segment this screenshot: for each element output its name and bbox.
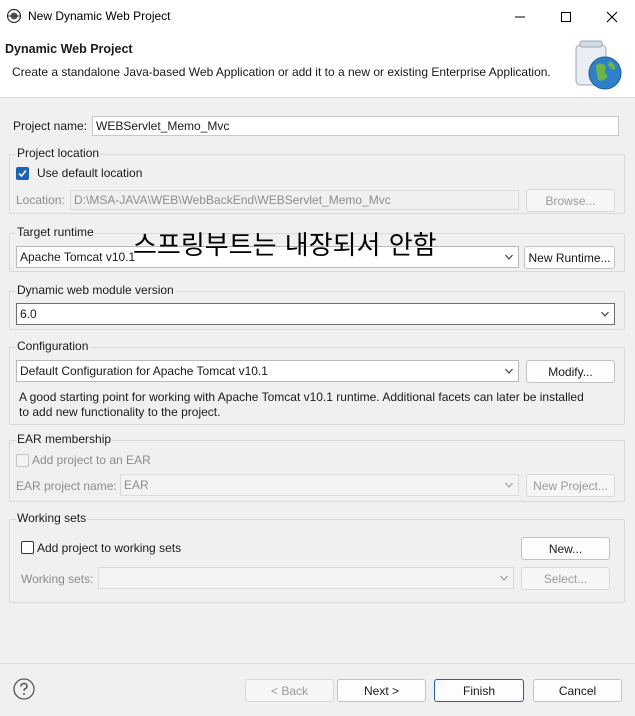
back-button[interactable]: < Back	[245, 679, 334, 702]
project-name-input[interactable]: WEBServlet_Memo_Mvc	[92, 116, 619, 136]
configuration-title: Configuration	[16, 339, 90, 353]
location-label: Location:	[16, 193, 65, 207]
chevron-down-icon	[601, 311, 609, 317]
title-bar: New Dynamic Web Project	[0, 0, 635, 33]
new-runtime-button[interactable]: New Runtime...	[524, 246, 615, 269]
working-sets-group	[9, 519, 625, 603]
close-button[interactable]	[589, 0, 635, 33]
maximize-icon	[561, 11, 571, 22]
target-runtime-value: Apache Tomcat v10.1	[20, 250, 136, 264]
new-working-set-button[interactable]: New...	[521, 537, 610, 560]
add-to-working-sets-label: Add project to working sets	[37, 541, 182, 555]
minimize-button[interactable]	[497, 0, 543, 33]
module-version-select[interactable]: 6.0	[16, 303, 615, 325]
wizard-banner: Dynamic Web Project Create a standalone …	[0, 33, 635, 98]
working-sets-select[interactable]	[98, 567, 514, 589]
configuration-description-line2: to add new functionality to the project.	[19, 405, 221, 419]
help-icon[interactable]	[13, 678, 35, 700]
add-to-ear-label: Add project to an EAR	[32, 453, 151, 467]
add-to-ear-checkbox[interactable]	[16, 454, 29, 467]
project-location-title: Project location	[16, 146, 101, 160]
ear-project-name-select[interactable]: EAR	[120, 474, 519, 496]
project-name-label: Project name:	[13, 119, 88, 133]
browse-button[interactable]: Browse...	[526, 189, 615, 212]
working-sets-title: Working sets	[16, 511, 88, 525]
close-icon	[606, 11, 618, 22]
cancel-button[interactable]: Cancel	[533, 679, 622, 702]
banner-description: Create a standalone Java-based Web Appli…	[12, 65, 551, 79]
use-default-location-label: Use default location	[37, 166, 143, 180]
maximize-button[interactable]	[543, 0, 589, 33]
window-title: New Dynamic Web Project	[28, 9, 171, 23]
chevron-down-icon	[505, 482, 513, 488]
finish-button[interactable]: Finish	[434, 679, 524, 702]
web-project-globe-icon	[575, 40, 622, 90]
use-default-location-checkbox[interactable]	[16, 167, 29, 180]
configuration-description-line1: A good starting point for working with A…	[19, 390, 584, 404]
minimize-icon	[515, 16, 525, 17]
module-version-value: 6.0	[20, 307, 37, 321]
working-sets-label: Working sets:	[21, 572, 94, 586]
ear-project-name-label: EAR project name:	[16, 479, 117, 493]
chevron-down-icon	[505, 368, 513, 374]
new-ear-project-button[interactable]: New Project...	[526, 474, 615, 497]
select-working-sets-button[interactable]: Select...	[521, 567, 610, 590]
modify-button[interactable]: Modify...	[526, 360, 615, 383]
location-input[interactable]: D:\MSA-JAVA\WEB\WebBackEnd\WEBServlet_Me…	[70, 190, 519, 210]
annotation-overlay-text: 스프링부트는 내장되서 안함	[133, 231, 437, 261]
eclipse-app-icon	[6, 8, 22, 24]
banner-title: Dynamic Web Project	[5, 42, 133, 56]
checkmark-icon	[18, 169, 27, 178]
footer-separator	[0, 663, 635, 664]
configuration-value: Default Configuration for Apache Tomcat …	[20, 364, 268, 378]
chevron-down-icon	[500, 575, 508, 581]
ear-project-name-value: EAR	[124, 478, 149, 492]
chevron-down-icon	[505, 254, 513, 260]
next-button[interactable]: Next >	[337, 679, 426, 702]
configuration-select[interactable]: Default Configuration for Apache Tomcat …	[16, 360, 519, 382]
add-to-working-sets-checkbox[interactable]	[21, 541, 34, 554]
ear-membership-title: EAR membership	[16, 432, 113, 446]
module-version-title: Dynamic web module version	[16, 283, 175, 297]
target-runtime-title: Target runtime	[16, 225, 95, 239]
